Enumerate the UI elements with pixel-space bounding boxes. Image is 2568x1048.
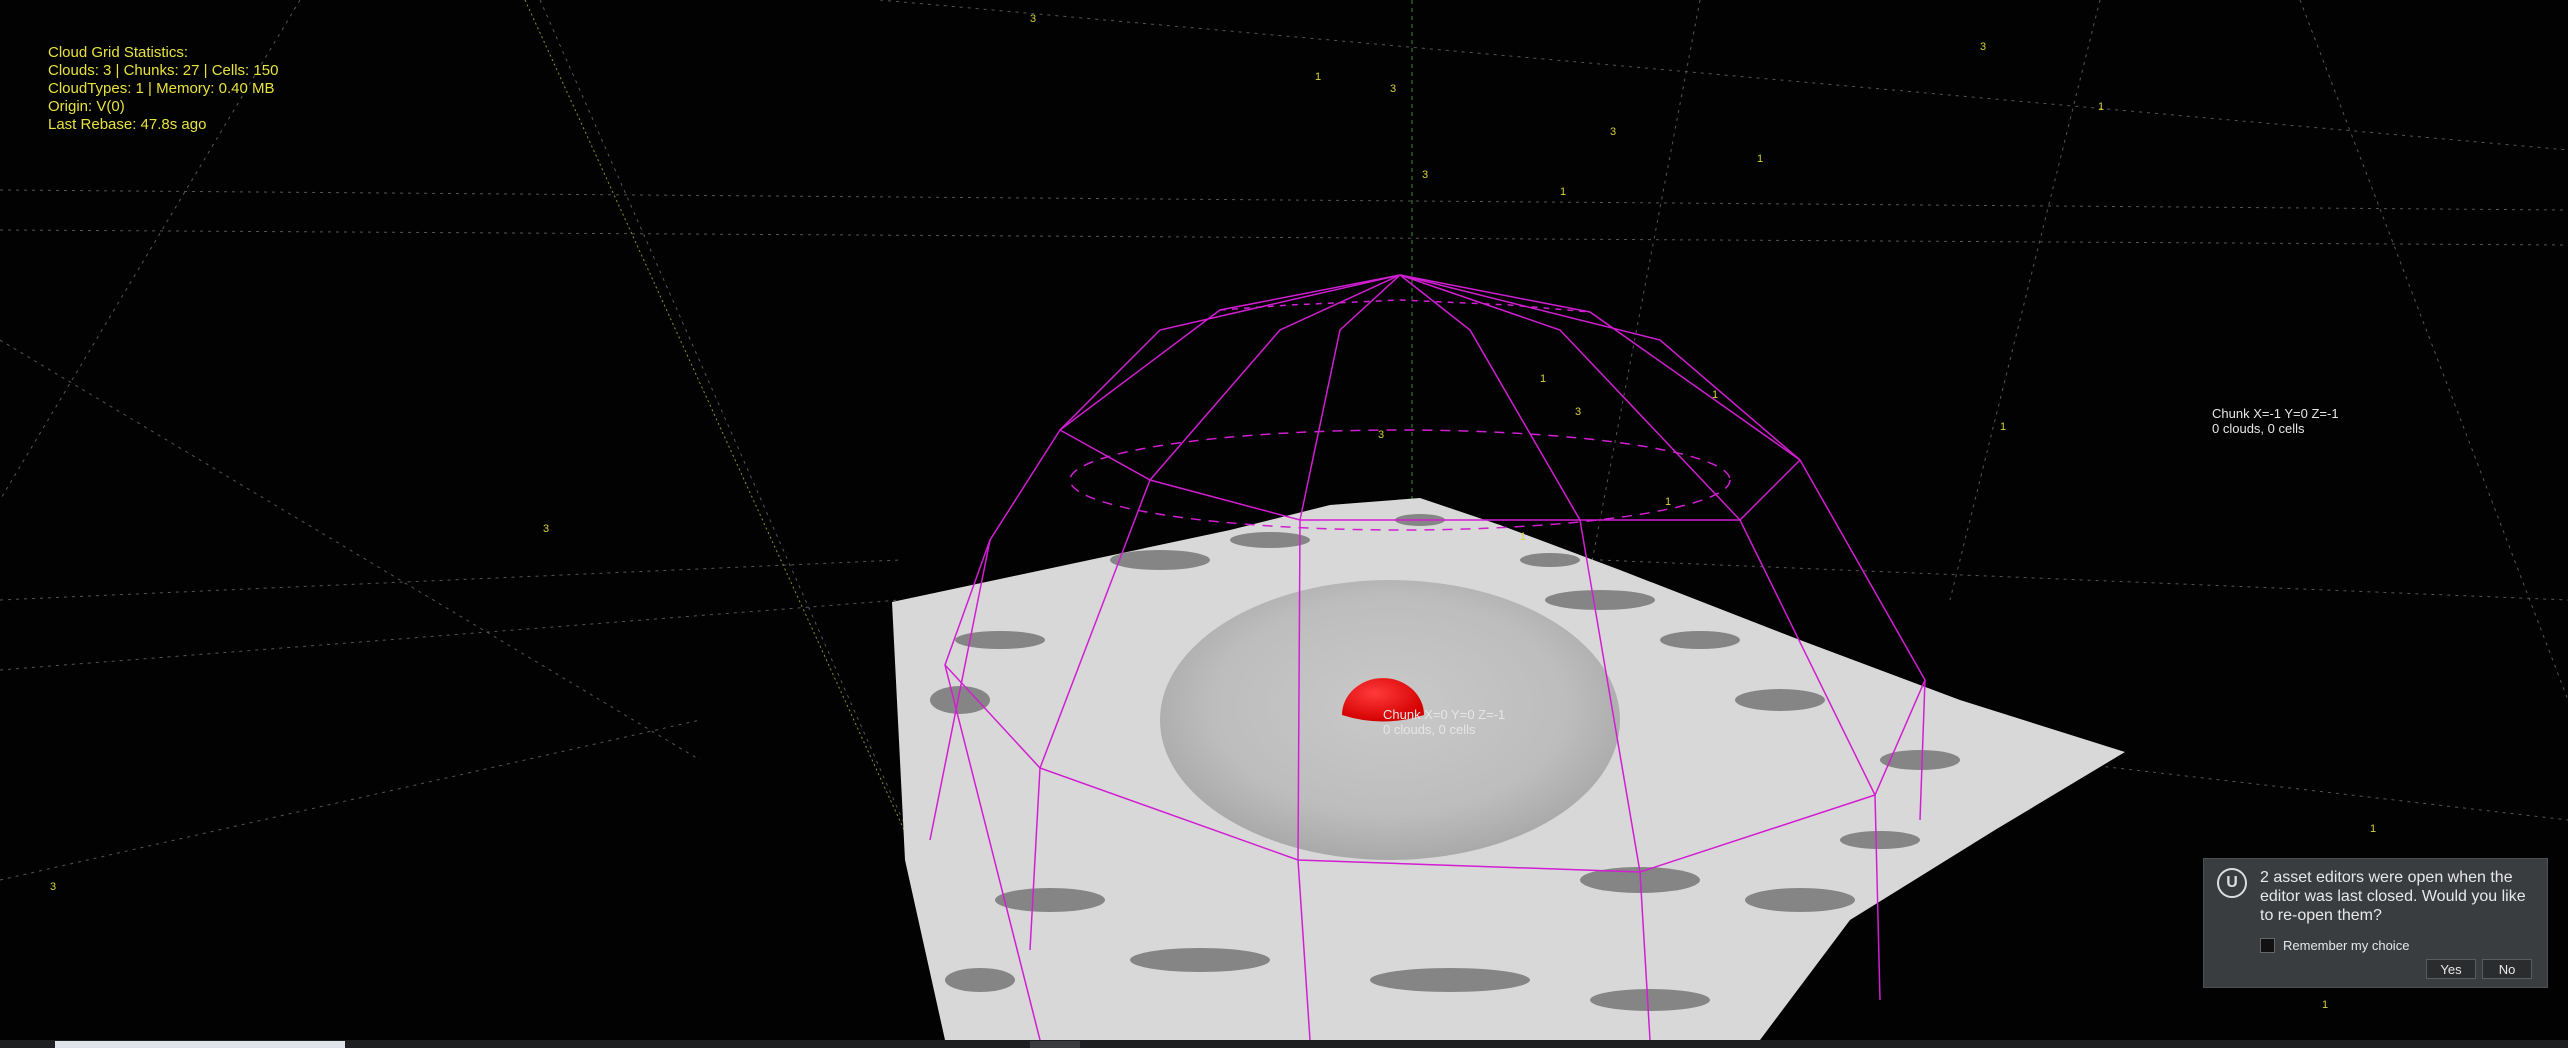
cell-marker: 1 (2000, 421, 2006, 433)
chunk-label-right: Chunk X=-1 Y=0 Z=-1 0 clouds, 0 cells (2212, 406, 2339, 436)
cell-marker: 1 (1757, 153, 1763, 165)
cell-marker: 1 (1560, 186, 1566, 198)
cell-marker: 3 (1610, 126, 1616, 138)
bottom-taskbar (0, 1040, 2568, 1048)
remember-choice-label: Remember my choice (2283, 938, 2410, 953)
stats-origin: Origin: V(0) (48, 98, 125, 115)
taskbar-item[interactable] (1030, 1041, 1080, 1048)
reopen-editors-notification: U 2 asset editors were open when the edi… (2203, 858, 2548, 988)
stats-last-rebase: Last Rebase: 47.8s ago (48, 116, 207, 133)
unreal-logo-icon: U (2217, 868, 2247, 898)
cell-marker: 3 (1980, 41, 1986, 53)
cell-marker: 3 (1575, 406, 1581, 418)
editor-viewport[interactable]: 3 1 3 1 3 1 3 1 3 1 3 1 3 1 1 3 1 1 3 1 … (0, 0, 2568, 1040)
stats-title: Cloud Grid Statistics: (48, 44, 189, 61)
terrain-mesh (892, 498, 2125, 1040)
chunk-label-center: Chunk X=0 Y=0 Z=-1 0 clouds, 0 cells (1383, 707, 1505, 737)
cell-marker: 1 (2370, 823, 2376, 835)
taskbar-item[interactable] (55, 1041, 345, 1048)
cell-marker: 3 (50, 881, 56, 893)
cell-marker: 1 (1315, 71, 1321, 83)
chunk-label-coords: Chunk X=-1 Y=0 Z=-1 (2212, 406, 2339, 421)
cell-marker: 3 (1378, 429, 1384, 441)
chunk-label-coords: Chunk X=0 Y=0 Z=-1 (1383, 707, 1506, 722)
cell-marker: 1 (2322, 999, 2328, 1011)
cell-marker: 1 (1520, 531, 1526, 543)
stats-clouds: Clouds: 3 | Chunks: 27 | Cells: 150 (48, 62, 279, 79)
cell-marker: 1 (2098, 101, 2104, 113)
yes-button[interactable]: Yes (2426, 959, 2476, 979)
cell-marker: 3 (543, 523, 549, 535)
cell-marker: 3 (1030, 13, 1036, 25)
cell-marker: 3 (1390, 83, 1396, 95)
cloud-grid-stats: Cloud Grid Statistics: Clouds: 3 | Chunk… (48, 44, 278, 134)
scene-canvas: 3 1 3 1 3 1 3 1 3 1 3 1 3 1 1 3 1 1 3 1 (0, 0, 2568, 1040)
cell-marker: 1 (1712, 389, 1718, 401)
notification-message: 2 asset editors were open when the edito… (2260, 869, 2526, 924)
remember-choice-checkbox[interactable]: Remember my choice (2260, 938, 2409, 953)
cell-marker: 1 (1540, 373, 1546, 385)
stats-cloudtypes: CloudTypes: 1 | Memory: 0.40 MB (48, 80, 275, 97)
no-button[interactable]: No (2482, 959, 2532, 979)
cell-marker: 1 (1665, 496, 1671, 508)
chunk-label-counts: 0 clouds, 0 cells (1383, 722, 1476, 737)
cell-marker: 3 (1422, 169, 1428, 181)
checkbox-box[interactable] (2260, 938, 2275, 953)
chunk-label-counts: 0 clouds, 0 cells (2212, 421, 2305, 436)
